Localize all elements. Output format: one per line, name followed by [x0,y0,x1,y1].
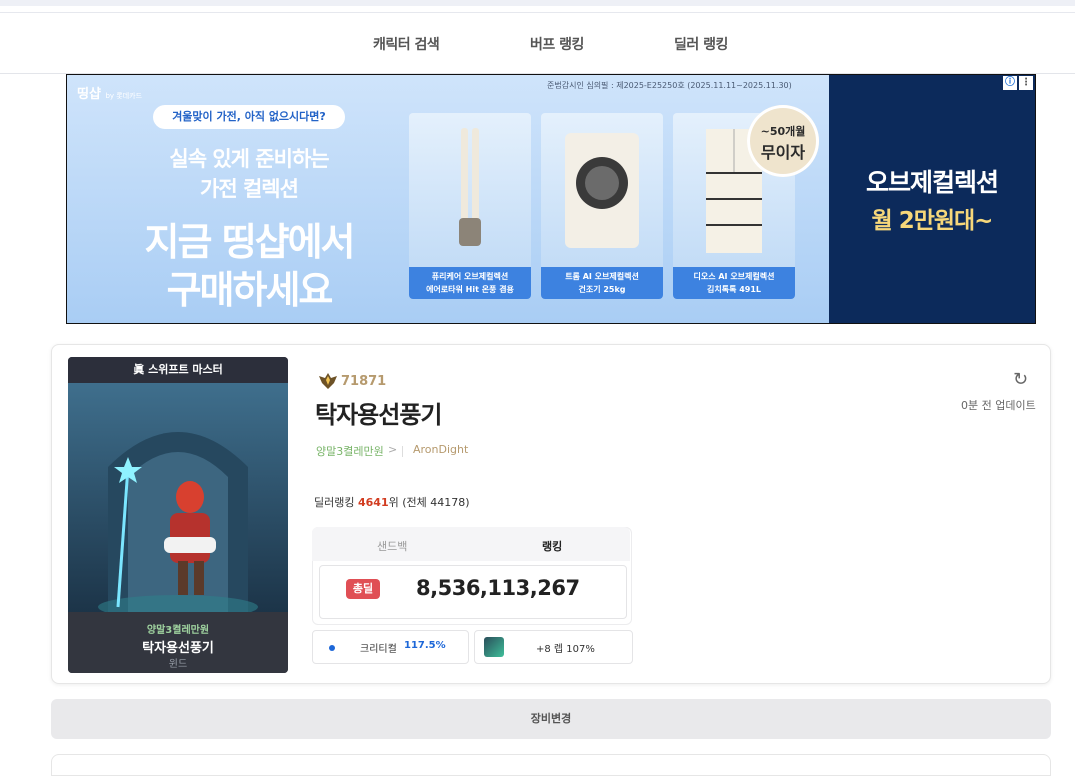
nav-buff-ranking[interactable]: 버프 랭킹 [530,34,584,54]
skill-icon [484,637,504,657]
divider [402,446,403,457]
nav-dealer-ranking[interactable]: 딜러 랭킹 [674,34,728,54]
ad-product-caption: 퓨리케어 오브제컬렉션 에어로타워 Hit 온풍 겸용 [409,267,531,299]
ad-product-caption: 디오스 AI 오브제컬렉션 김치톡톡 491L [673,267,795,299]
air-purifier-image [459,128,481,246]
kebab-menu-icon[interactable]: ⋮ [1019,76,1033,90]
top-strip [0,0,1075,6]
portrait-guild: 양말3켤레만원 [146,625,210,636]
chevron-right-icon: > [388,443,398,456]
skill-stat: +8 렙 107% [474,630,633,664]
ad-right-title: 오브제컬렉션 [865,168,999,197]
ad-headline-2: 가전 컬렉션 [200,177,299,201]
ad-product-air-purifier[interactable]: 퓨리케어 오브제컬렉션 에어로타워 Hit 온풍 겸용 [409,113,531,299]
total-damage-box: 총딜 8,536,113,267 [319,565,627,619]
crit-dot-icon [329,645,335,651]
character-name: 탁자용선풍기 [315,401,442,429]
portrait-job: 윈드 [168,659,188,670]
nav-character-search[interactable]: 캐릭터 검색 [373,34,440,54]
awakening-title: 眞 스위프트 마스터 [68,357,288,383]
portrait-name: 탁자용선풍기 [142,641,214,656]
ad-right-subtitle: 월 2만원대~ [871,208,994,234]
next-card [51,754,1051,776]
dryer-image [565,133,639,248]
main-nav: 캐릭터 검색 버프 랭킹 딜러 랭킹 [0,13,1075,74]
total-damage-value: 8,536,113,267 [416,576,580,600]
ad-logo: 띵샵 by 롯데카드 [77,87,143,102]
fame-value: 71871 [341,374,387,389]
crit-value: 117.5% [404,640,446,651]
ad-headline-3: 지금 띵샵에서 [144,220,356,264]
updated-time: 0분 전 업데이트 [961,399,1036,412]
ad-notice: 준법감시인 심의필 : 제2025-E25250호 (2025.11.11~20… [547,81,792,90]
ad-headline-4: 구매하세요 [166,268,334,312]
crit-label: 크리티컬 [360,644,397,655]
dealer-rank: 딜러랭킹 4641위 (전체 44178) [314,496,470,509]
ad-interest-free-badge: ~50개월 무이자 [747,105,819,177]
ad-pill: 겨울맞이 가전, 아직 없으시다면? [153,105,345,129]
equip-change-button[interactable]: 장비변경 [51,699,1051,739]
character-portrait[interactable]: 眞 스위프트 마스터 양말3켤레만원 탁자용선풍기 윈드 [68,357,288,673]
tab-sandbag[interactable]: 샌드백 [377,538,407,554]
ad-headline-1: 실속 있게 준비하는 [169,147,329,171]
character-card: 眞 스위프트 마스터 양말3켤레만원 탁자용선풍기 윈드 71871 탁자용선풍… [51,344,1051,684]
total-damage-tag: 총딜 [346,579,380,599]
ad-right-panel: 오브제컬렉션 월 2만원대~ ⓘ ⋮ [829,75,1035,323]
guild-link[interactable]: 양말3켤레만원 [316,443,384,459]
info-icon[interactable]: ⓘ [1003,76,1017,90]
damage-tabs: 샌드백 랭킹 [312,527,630,561]
ad-product-caption: 트롬 AI 오브제컬렉션 건조기 25kg [541,267,663,299]
crit-stat: 크리티컬 117.5% [312,630,469,664]
tab-ranking[interactable]: 랭킹 [542,538,562,554]
skill-level-text: +8 렙 107% [536,644,595,655]
refresh-icon[interactable]: ↻ [1013,369,1028,390]
fame-icon [319,373,337,389]
server-name: AronDight [413,443,469,456]
ad-banner[interactable]: 띵샵 by 롯데카드 준법감시인 심의필 : 제2025-E25250호 (20… [66,74,1036,324]
ad-product-dryer[interactable]: 트롬 AI 오브제컬렉션 건조기 25kg [541,113,663,299]
